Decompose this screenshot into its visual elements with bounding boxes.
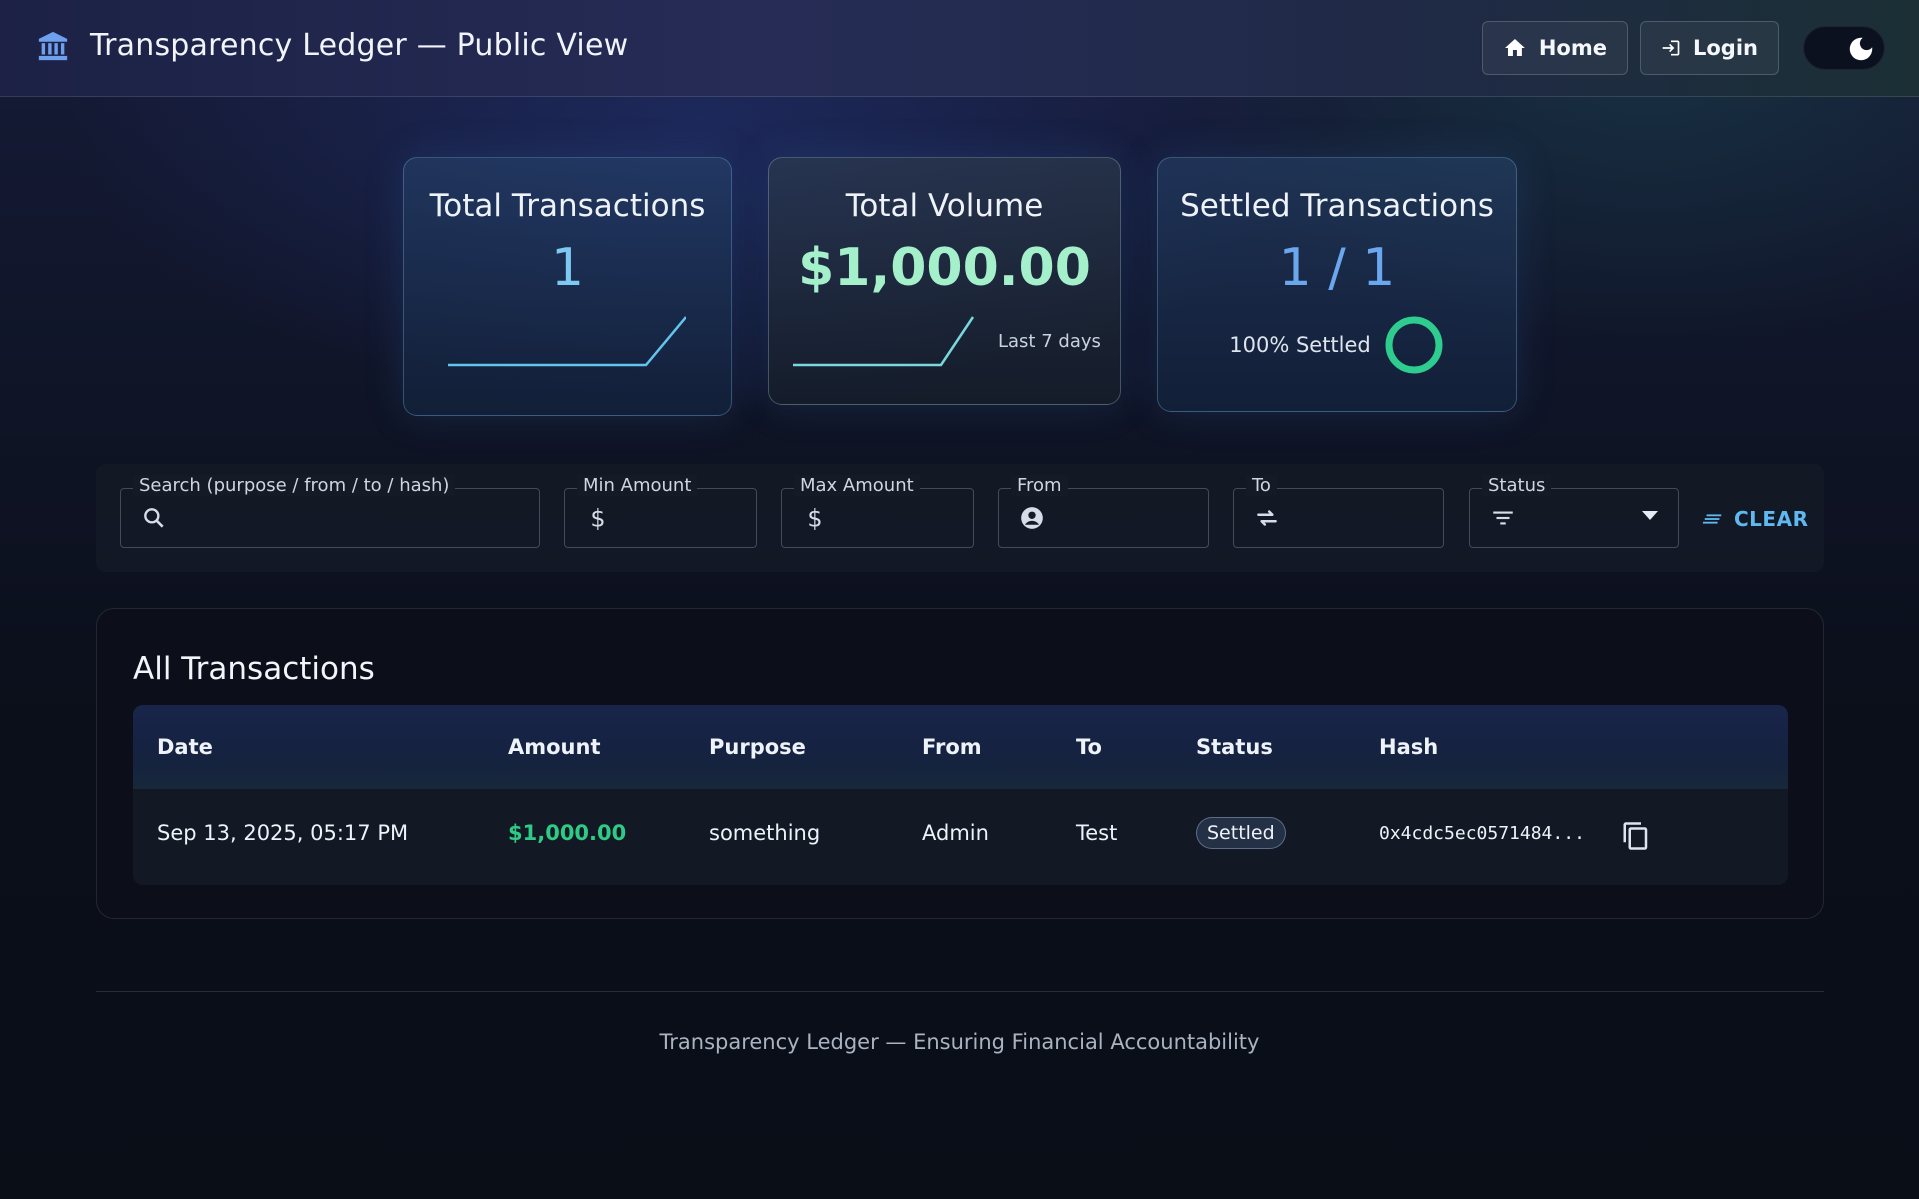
account-circle-icon — [1021, 507, 1043, 529]
cell-date: Sep 13, 2025, 05:17 PM — [157, 821, 409, 845]
svg-text:$: $ — [807, 505, 822, 531]
to-field[interactable]: To — [1233, 475, 1444, 548]
card-title: Total Transactions — [429, 188, 706, 224]
column-header-from[interactable]: From — [922, 735, 982, 759]
settled-value: 1 / 1 — [1278, 238, 1396, 298]
footer-divider — [96, 991, 1824, 992]
max-amount-label: Max Amount — [794, 475, 920, 496]
clear-filters-button[interactable]: CLEAR — [1702, 502, 1808, 536]
login-icon — [1662, 40, 1680, 56]
home-icon — [1504, 39, 1525, 56]
status-badge: Settled — [1196, 817, 1286, 849]
column-header-to[interactable]: To — [1076, 735, 1102, 759]
to-input[interactable] — [1290, 499, 1429, 539]
theme-toggle[interactable] — [1803, 26, 1885, 70]
swap-arrows-icon — [1257, 510, 1277, 526]
chevron-down-icon — [1642, 511, 1658, 520]
bank-icon — [38, 31, 68, 60]
cell-purpose: something — [709, 821, 821, 845]
total-transactions-value: 1 — [550, 238, 585, 298]
column-header-amount[interactable]: Amount — [508, 735, 601, 759]
top-app-bar: Transparency Ledger — Public View Home L… — [0, 0, 1919, 97]
login-button[interactable]: Login — [1640, 21, 1779, 75]
settled-transactions-card: Settled Transactions 1 / 1 100% Settled — [1157, 157, 1517, 412]
login-button-label: Login — [1693, 36, 1758, 60]
from-field-label: From — [1011, 475, 1068, 496]
filter-icon — [1493, 511, 1513, 525]
column-header-status[interactable]: Status — [1196, 735, 1273, 759]
settled-percent-label: 100% Settled — [1229, 333, 1371, 357]
volume-period-caption: Last 7 days — [998, 331, 1101, 352]
moon-icon — [1844, 32, 1878, 66]
sparkline — [448, 316, 686, 367]
transactions-table: Date Amount Purpose From To Status Hash … — [133, 705, 1788, 885]
status-field-label: Status — [1482, 475, 1552, 496]
search-field[interactable]: Search (purpose / from / to / hash) — [120, 475, 540, 548]
settled-summary: 100% Settled — [1158, 314, 1516, 376]
from-field[interactable]: From — [998, 475, 1209, 548]
app-title: Transparency Ledger — Public View — [90, 28, 629, 63]
settled-progress-ring — [1385, 316, 1443, 374]
min-amount-input[interactable] — [621, 499, 742, 539]
cell-amount: $1,000.00 — [508, 821, 627, 845]
table-row[interactable]: Sep 13, 2025, 05:17 PM $1,000.00 somethi… — [133, 789, 1788, 885]
cell-to: Test — [1076, 821, 1118, 845]
column-header-purpose[interactable]: Purpose — [709, 735, 806, 759]
clear-all-icon — [1702, 514, 1722, 524]
copy-icon[interactable] — [1621, 821, 1651, 851]
total-transactions-card: Total Transactions 1 — [403, 157, 732, 416]
search-field-label: Search (purpose / from / to / hash) — [133, 475, 456, 496]
status-select[interactable]: Status — [1469, 475, 1679, 548]
clear-button-label: CLEAR — [1734, 507, 1809, 531]
section-title: All Transactions — [133, 651, 375, 687]
card-title: Settled Transactions — [1180, 188, 1494, 224]
to-field-label: To — [1246, 475, 1277, 496]
total-volume-card: Total Volume $1,000.00 Last 7 days — [768, 157, 1121, 405]
dollar-icon: $ — [590, 505, 605, 531]
column-header-hash[interactable]: Hash — [1379, 735, 1438, 759]
max-amount-input[interactable] — [838, 499, 959, 539]
search-icon — [144, 508, 164, 528]
card-title: Total Volume — [845, 188, 1044, 224]
from-input[interactable] — [1055, 499, 1194, 539]
brand: Transparency Ledger — Public View — [36, 28, 628, 63]
dollar-icon: $ — [807, 505, 822, 531]
footer-text: Transparency Ledger — Ensuring Financial… — [659, 1030, 1260, 1054]
svg-text:$: $ — [590, 505, 605, 531]
sparkline — [793, 316, 975, 367]
home-button[interactable]: Home — [1482, 21, 1628, 75]
min-amount-field[interactable]: Min Amount $ — [564, 475, 757, 548]
filter-bar: Search (purpose / from / to / hash) Min … — [96, 464, 1824, 572]
table-header: Date Amount Purpose From To Status Hash — [133, 705, 1788, 789]
min-amount-label: Min Amount — [577, 475, 698, 496]
home-button-label: Home — [1538, 36, 1607, 60]
cell-hash: 0x4cdc5ec0571484... — [1379, 823, 1585, 844]
max-amount-field[interactable]: Max Amount $ — [781, 475, 974, 548]
cell-from: Admin — [922, 821, 989, 845]
total-volume-value: $1,000.00 — [798, 238, 1091, 298]
transactions-panel: All Transactions Date Amount Purpose Fro… — [96, 608, 1824, 919]
search-input[interactable] — [177, 499, 525, 539]
column-header-date[interactable]: Date — [157, 735, 213, 759]
